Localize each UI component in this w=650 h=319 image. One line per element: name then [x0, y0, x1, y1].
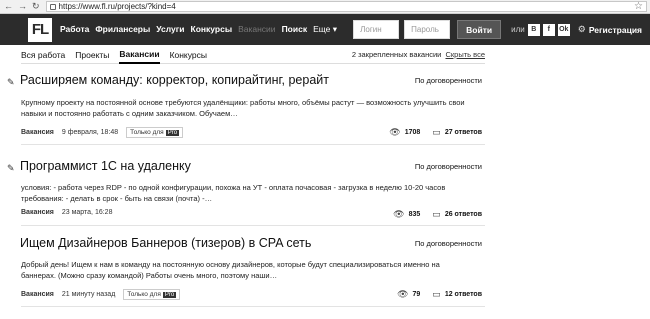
pro-only-label: Только для [127, 291, 161, 298]
comments-icon: ▭ [432, 127, 441, 137]
job-type: Вакансия [21, 291, 54, 298]
menu-item-work[interactable]: Работа [60, 24, 89, 35]
views-icon: 👁 [389, 127, 401, 137]
url-text: https://www.fl.ru/projects/?kind=4 [58, 2, 176, 11]
job-meta: Вакансия 9 февраля, 18:48 Только для Pro [21, 127, 184, 138]
answers-count[interactable]: 27 ответов [445, 129, 482, 136]
vk-login-icon[interactable]: В [527, 23, 540, 36]
category-tabs: Вся работа Проекты Вакансии Конкурсы 2 з… [21, 46, 485, 64]
pinned-info: 2 закрепленных вакансии Скрыть все [352, 50, 485, 59]
menu-item-search[interactable]: Поиск [282, 24, 308, 35]
login-input[interactable]: Логин [353, 20, 400, 39]
pro-only-badge: Только для Pro [123, 289, 181, 300]
site-header: FL Работа Фрилансеры Услуги Конкурсы Вак… [0, 14, 650, 45]
tab-projects[interactable]: Проекты [75, 47, 109, 63]
logo[interactable]: FL [28, 17, 52, 42]
job-date: 9 февраля, 18:48 [61, 129, 119, 136]
pin-icon: ✎ [7, 163, 15, 173]
job-meta: Вакансия 21 минуту назад Только для Pro [21, 289, 181, 300]
job-title[interactable]: Ищем Дизайнеров Баннеров (тизеров) в CPA… [20, 236, 311, 250]
views-count: 79 [412, 291, 421, 298]
job-budget: По договоренности [414, 239, 482, 248]
password-input[interactable]: Пароль [404, 20, 451, 39]
facebook-login-icon[interactable]: f [542, 23, 555, 36]
answers-count[interactable]: 12 ответов [445, 291, 482, 298]
pro-only-label: Только для [130, 129, 164, 136]
pro-only-badge: Только для Pro [126, 127, 184, 138]
menu-item-more[interactable]: Еще ▾ [313, 24, 337, 35]
back-icon[interactable]: ← [4, 2, 13, 11]
views-count: 1708 [404, 129, 421, 136]
job-stats: 👁 79 ▭ 12 ответов [397, 289, 482, 300]
job-title[interactable]: Программист 1С на удаленку [20, 159, 191, 173]
comments-icon: ▭ [432, 289, 441, 299]
hide-all-link[interactable]: Скрыть все [445, 50, 485, 59]
comments-icon: ▭ [432, 209, 441, 219]
job-type: Вакансия [21, 129, 54, 136]
job-card: ✎ Программист 1С на удаленку По договоре… [7, 159, 485, 226]
views-icon: 👁 [393, 209, 405, 219]
menu-item-vacancies[interactable]: Вакансии [238, 24, 275, 35]
register-link[interactable]: Регистрация [589, 25, 642, 35]
job-budget: По договоренности [414, 76, 482, 85]
browser-toolbar: ← → ↻ https://www.fl.ru/projects/?kind=4… [0, 0, 650, 14]
main-menu: Работа Фрилансеры Услуги Конкурсы Ваканс… [60, 24, 337, 35]
tab-vacancies[interactable]: Вакансии [119, 46, 160, 64]
forward-icon[interactable]: → [18, 2, 27, 11]
address-bar[interactable]: https://www.fl.ru/projects/?kind=4 ☆ [45, 1, 647, 12]
menu-item-contests[interactable]: Конкурсы [191, 24, 233, 35]
job-stats: 👁 1708 ▭ 27 ответов [389, 127, 482, 138]
job-card: Ищем Дизайнеров Баннеров (тизеров) в CPA… [20, 236, 485, 307]
lock-icon [49, 3, 56, 10]
pin-icon: ✎ [7, 77, 15, 87]
views-icon: 👁 [397, 289, 409, 299]
tab-all-work[interactable]: Вся работа [21, 47, 65, 63]
job-date: 23 марта, 16:28 [61, 209, 113, 216]
or-label: или [511, 25, 525, 34]
job-meta: Вакансия 23 марта, 16:28 [21, 209, 112, 216]
views-count: 835 [408, 211, 421, 218]
job-card: ✎ Расширяем команду: корректор, копирайт… [7, 73, 485, 145]
job-date: 21 минуту назад [61, 291, 116, 298]
register-icon: ⚙ [577, 24, 586, 34]
job-description: Крупному проекту на постоянной основе тр… [21, 98, 465, 118]
job-budget: По договоренности [414, 162, 482, 171]
login-button[interactable]: Войти [457, 20, 502, 39]
reload-icon[interactable]: ↻ [32, 2, 40, 11]
menu-item-freelancers[interactable]: Фрилансеры [95, 24, 150, 35]
job-stats: 👁 835 ▭ 26 ответов [393, 209, 482, 220]
job-title[interactable]: Расширяем команду: корректор, копирайтин… [20, 73, 329, 87]
pro-label: Pro [162, 291, 177, 298]
menu-item-services[interactable]: Услуги [156, 24, 184, 35]
odnoklassniki-login-icon[interactable]: Ok [557, 23, 570, 36]
pro-label: Pro [165, 129, 180, 136]
browser-nav: ← → ↻ [0, 2, 40, 11]
tab-contests[interactable]: Конкурсы [170, 47, 207, 63]
pinned-count: 2 закрепленных вакансии [351, 50, 442, 59]
answers-count[interactable]: 26 ответов [445, 211, 482, 218]
job-description: условия: - работа через RDP - по одной к… [21, 183, 446, 203]
job-type: Вакансия [21, 209, 54, 216]
job-description: Добрый день! Ищем к нам в команду на пос… [21, 260, 440, 280]
bookmark-star-icon[interactable]: ☆ [634, 1, 643, 12]
